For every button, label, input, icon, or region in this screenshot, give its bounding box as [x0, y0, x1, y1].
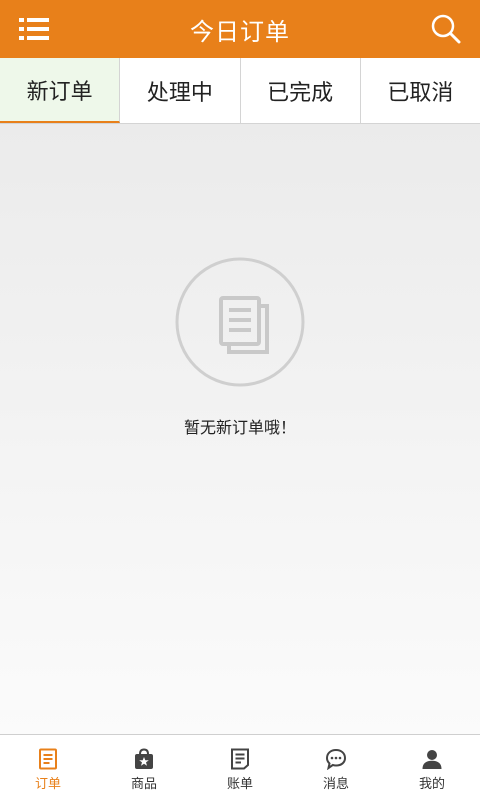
message-bubble-icon [325, 748, 347, 770]
bottom-nav: 订单 商品 账单 消息 我的 [0, 734, 480, 800]
document-icon [175, 257, 305, 387]
nav-products[interactable]: 商品 [96, 735, 192, 800]
nav-label: 商品 [130, 777, 157, 792]
nav-profile[interactable]: 我的 [384, 735, 480, 800]
tab-completed[interactable]: 已完成 [241, 58, 361, 123]
page-title: 今日订单 [190, 17, 290, 46]
nav-bills[interactable]: 账单 [192, 735, 288, 800]
menu-list-icon [19, 18, 49, 40]
nav-label: 订单 [34, 777, 61, 792]
tab-processing[interactable]: 处理中 [120, 58, 241, 123]
tab-new-orders[interactable]: 新订单 [0, 58, 121, 123]
nav-orders[interactable]: 订单 [0, 735, 96, 800]
tab-cancelled[interactable]: 已取消 [361, 58, 480, 123]
order-doc-icon [39, 748, 57, 770]
shop-bag-icon [135, 748, 153, 769]
menu-button[interactable] [12, 10, 56, 48]
nav-label: 账单 [226, 777, 253, 792]
order-list-area[interactable]: 暂无新订单哦！ [0, 124, 480, 734]
nav-label: 消息 [322, 777, 349, 792]
user-icon [422, 750, 442, 769]
bill-icon [231, 748, 249, 770]
search-button[interactable] [424, 8, 468, 50]
empty-state-message: 暂无新订单哦！ [183, 418, 296, 437]
header-bar: 今日订单 [0, 0, 480, 58]
nav-label: 我的 [418, 777, 445, 792]
nav-messages[interactable]: 消息 [288, 735, 384, 800]
search-icon [431, 14, 461, 44]
order-status-tabs: 新订单 处理中 已完成 已取消 [0, 58, 480, 124]
